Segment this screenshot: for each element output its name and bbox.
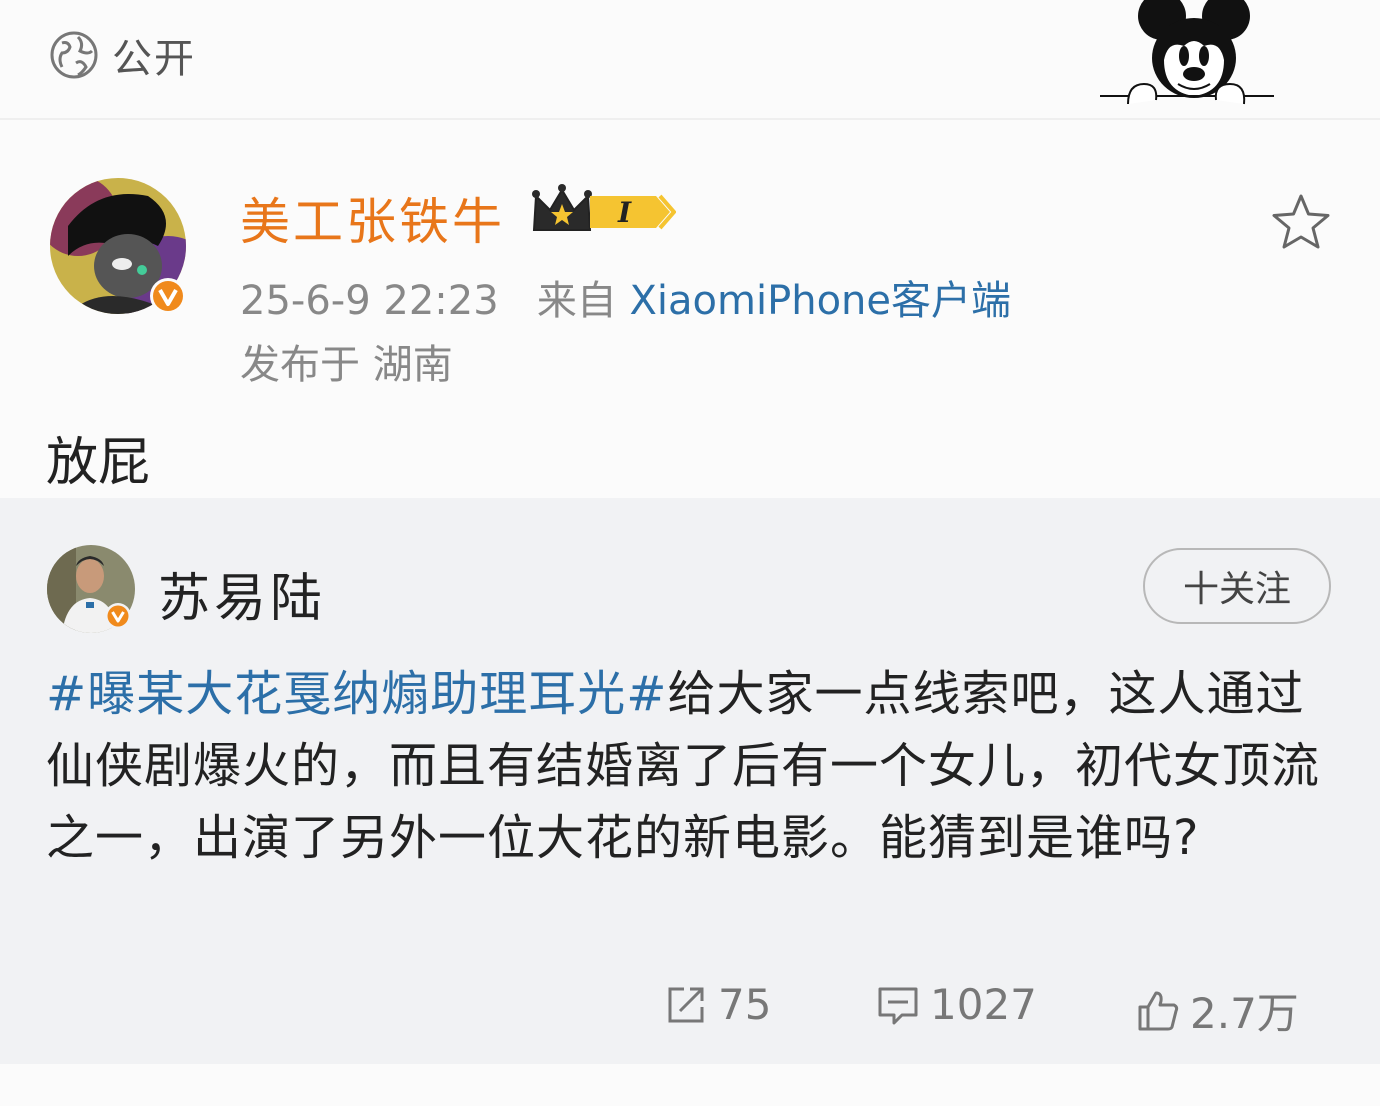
- repost-author-avatar[interactable]: [46, 544, 136, 634]
- repost-count: 75: [718, 980, 772, 1029]
- post-card: 美工张铁牛 I 25-6-9 22:23 来自 XiaomiPhone客户端 发…: [0, 120, 1380, 498]
- source-prefix: 来自: [536, 278, 617, 324]
- post-comment-text: 放屁: [46, 433, 151, 493]
- like-button[interactable]: 2.7万: [1136, 980, 1299, 1041]
- favorite-star-icon[interactable]: [1270, 192, 1332, 254]
- visibility-setting[interactable]: 公开: [48, 26, 196, 84]
- post-source-link[interactable]: XiaomiPhone客户端: [630, 278, 1011, 324]
- comment-count: 1027: [930, 980, 1037, 1029]
- top-bar: 公开: [0, 0, 1380, 120]
- comment-button[interactable]: 1027: [876, 980, 1037, 1029]
- share-icon: [668, 987, 704, 1022]
- post-meta: 25-6-9 22:23 来自 XiaomiPhone客户端: [240, 268, 1011, 326]
- avatar[interactable]: [48, 176, 188, 316]
- post-location: 发布于 湖南: [240, 342, 453, 388]
- post-author-name[interactable]: 美工张铁牛: [240, 182, 505, 254]
- action-bar: 75 1027 2.7万: [0, 980, 1380, 1040]
- hashtag-link[interactable]: #曝某大花戛纳煽助理耳光#: [46, 666, 667, 722]
- repost-author-name[interactable]: 苏易陆: [158, 556, 326, 631]
- follow-button[interactable]: 十关注: [1143, 548, 1331, 624]
- bottom-strip: [0, 1064, 1380, 1106]
- comment-icon: [878, 987, 918, 1024]
- mickey-mouse-icon: [1100, 0, 1274, 105]
- badge-level: I: [617, 196, 632, 229]
- repost-button[interactable]: 75: [664, 980, 771, 1029]
- visibility-label: 公开: [112, 36, 196, 82]
- like-count: 2.7万: [1190, 989, 1299, 1038]
- post-timestamp: 25-6-9 22:23: [240, 278, 499, 324]
- vip-crown-badge[interactable]: I: [532, 182, 676, 238]
- globe-icon: [50, 31, 98, 79]
- repost-body: #曝某大花戛纳煽助理耳光#给大家一点线索吧，这人通过仙侠剧爆火的，而且有结婚离了…: [46, 658, 1336, 874]
- reposted-card[interactable]: 苏易陆 十关注 #曝某大花戛纳煽助理耳光#给大家一点线索吧，这人通过仙侠剧爆火的…: [0, 498, 1380, 1064]
- thumbs-up-icon: [1138, 991, 1179, 1030]
